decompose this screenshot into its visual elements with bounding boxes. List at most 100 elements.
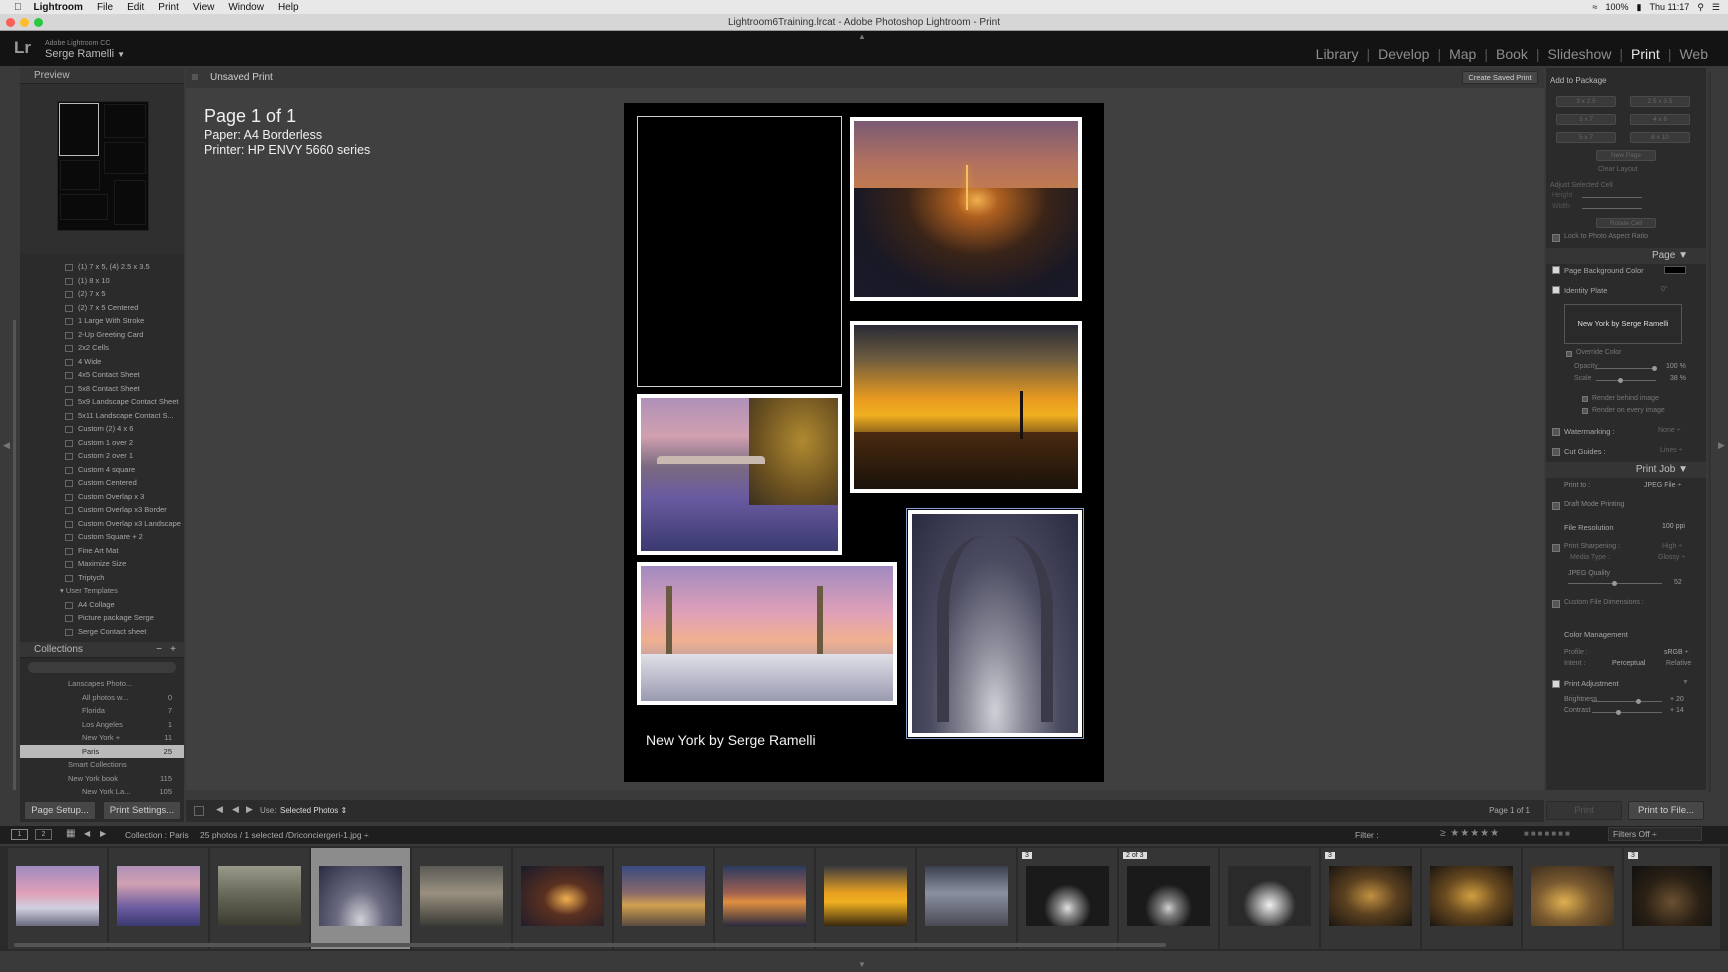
next-page-icon[interactable]: ▶ xyxy=(246,804,253,815)
collection-source[interactable]: Collection : Paris xyxy=(125,830,189,840)
print-sharpening-checkbox[interactable] xyxy=(1552,544,1560,552)
width-slider[interactable] xyxy=(1582,208,1642,209)
menu-view[interactable]: View xyxy=(193,2,215,13)
template-item[interactable]: 2x2 Cells xyxy=(20,341,184,355)
cut-guides-select[interactable]: Lines ÷ xyxy=(1660,447,1683,454)
contrast-value[interactable]: + 14 xyxy=(1670,707,1684,714)
print-job-section-header[interactable]: Print Job ▼ xyxy=(1546,462,1706,478)
collection-item[interactable]: All photos w... 0 xyxy=(20,691,184,705)
clear-layout-button[interactable]: Clear Layout xyxy=(1598,166,1638,173)
template-item[interactable]: Serge Contact sheet xyxy=(20,625,184,639)
preview-panel-header[interactable]: Preview xyxy=(20,68,184,84)
left-panel-toggle-icon[interactable]: ◀ xyxy=(3,440,10,451)
filmstrip-thumbnail[interactable] xyxy=(210,848,309,949)
main-window-button[interactable]: 1 xyxy=(11,829,28,840)
clock[interactable]: Thu 11:17 xyxy=(1649,2,1689,12)
use-selector[interactable]: Selected Photos ⇕ xyxy=(280,806,347,815)
draft-mode-checkbox[interactable] xyxy=(1552,502,1560,510)
apple-icon[interactable]:  xyxy=(14,2,22,13)
template-item[interactable]: Triptych xyxy=(20,571,184,585)
filmstrip-thumbnail[interactable] xyxy=(1220,848,1319,949)
collection-item[interactable]: Florida 7 xyxy=(20,704,184,718)
sharpening-select[interactable]: High ÷ xyxy=(1662,543,1682,550)
size-button[interactable]: 8 x 10 xyxy=(1630,132,1690,143)
top-panel-toggle-icon[interactable]: ▲ xyxy=(858,32,866,41)
zoom-window-button[interactable] xyxy=(34,18,43,27)
stack-badge[interactable]: 3 xyxy=(1022,852,1032,859)
scale-slider-knob[interactable] xyxy=(1618,378,1623,383)
custom-dims-checkbox[interactable] xyxy=(1552,600,1560,608)
print-button[interactable]: Print xyxy=(1546,801,1622,820)
filters-off-select[interactable]: Filters Off ÷ xyxy=(1608,827,1702,841)
template-item[interactable]: 1 Large With Stroke xyxy=(20,314,184,328)
filmstrip-thumbnail[interactable] xyxy=(513,848,612,949)
opacity-slider-knob[interactable] xyxy=(1652,366,1657,371)
color-label-filter[interactable]: ■■■■■■■ xyxy=(1524,829,1572,838)
identity-plate-checkbox[interactable] xyxy=(1552,286,1560,294)
wifi-icon[interactable]: ≈ xyxy=(1593,2,1598,12)
close-window-button[interactable] xyxy=(6,18,15,27)
template-item[interactable]: Custom Square + 2 xyxy=(20,530,184,544)
battery-label[interactable]: 100% xyxy=(1605,2,1628,12)
filmstrip-thumbnail[interactable]: 3 xyxy=(1624,848,1720,949)
template-item[interactable]: (1) 7 x 5, (4) 2.5 x 3.5 xyxy=(20,260,184,274)
right-panel-toggle-icon[interactable]: ▶ xyxy=(1718,440,1725,451)
user-name[interactable]: Serge Ramelli ▼ xyxy=(45,48,125,60)
intent-perceptual[interactable]: Perceptual xyxy=(1612,660,1645,667)
menu-help[interactable]: Help xyxy=(278,2,299,13)
template-item[interactable]: Maximize Size xyxy=(20,557,184,571)
forward-arrow-icon[interactable]: ▶ xyxy=(100,829,106,838)
template-item[interactable]: Custom Centered xyxy=(20,476,184,490)
template-item[interactable]: Custom 2 over 1 xyxy=(20,449,184,463)
left-panel-scrollbar[interactable] xyxy=(13,320,16,790)
bottom-panel-toggle-icon[interactable]: ▼ xyxy=(858,960,866,969)
size-button[interactable]: 3 x 2.5 xyxy=(1556,96,1616,107)
template-item[interactable]: 2-Up Greeting Card xyxy=(20,328,184,342)
size-button[interactable]: 2.5 x 3.5 xyxy=(1630,96,1690,107)
render-every-checkbox[interactable] xyxy=(1582,408,1588,414)
photo-count-info[interactable]: 25 photos / 1 selected /Driconciergeri-1… xyxy=(200,830,369,840)
scale-slider[interactable] xyxy=(1596,380,1656,381)
filmstrip-thumbnail[interactable] xyxy=(917,848,1016,949)
filmstrip-thumbnail[interactable]: 3 xyxy=(1321,848,1420,949)
size-button[interactable]: 5 x 7 xyxy=(1556,132,1616,143)
template-item[interactable]: 5x11 Landscape Contact S... xyxy=(20,409,184,423)
size-button[interactable]: 4 x 6 xyxy=(1630,114,1690,125)
filmstrip-thumbnail[interactable]: 2 of 3 xyxy=(1119,848,1218,949)
lock-ratio-checkbox[interactable] xyxy=(1552,234,1560,242)
height-slider[interactable] xyxy=(1582,197,1642,198)
template-item[interactable]: (2) 7 x 5 Centered xyxy=(20,301,184,315)
photo-alexandre-bridge[interactable] xyxy=(637,562,897,705)
stack-badge[interactable]: 3 xyxy=(1325,852,1335,859)
scale-value[interactable]: 38 % xyxy=(1670,375,1686,382)
menu-app-name[interactable]: Lightroom xyxy=(34,2,83,13)
collections-panel-header[interactable]: Collections − + xyxy=(20,642,184,658)
page-setup-button[interactable]: Page Setup... xyxy=(24,801,96,820)
prev-page-icon[interactable]: ◀ xyxy=(232,804,239,815)
opacity-slider[interactable] xyxy=(1596,368,1656,369)
opacity-value[interactable]: 100 % xyxy=(1666,363,1686,370)
user-templates-folder[interactable]: ▾ User Templates xyxy=(20,584,184,598)
photo-paris-sunset-skyline[interactable] xyxy=(850,321,1082,493)
profile-select[interactable]: sRGB ÷ xyxy=(1664,649,1688,656)
module-web[interactable]: Web xyxy=(1671,46,1716,62)
page-section-header[interactable]: Page ▼ xyxy=(1546,248,1706,264)
collection-item[interactable]: New York La... 105 xyxy=(20,785,184,799)
template-item[interactable]: Custom (2) 4 x 6 xyxy=(20,422,184,436)
right-panel-scrollbar[interactable] xyxy=(1708,72,1711,792)
filmstrip-thumbnail[interactable] xyxy=(715,848,814,949)
module-print[interactable]: Print xyxy=(1623,46,1668,62)
menu-print[interactable]: Print xyxy=(158,2,179,13)
filmstrip-thumbnail[interactable] xyxy=(109,848,208,949)
cut-guides-checkbox[interactable] xyxy=(1552,448,1560,456)
collection-item[interactable]: New York +11 xyxy=(20,731,184,745)
new-page-button[interactable]: New Page xyxy=(1596,150,1656,161)
view-page-icon[interactable] xyxy=(194,806,204,816)
smart-collections-set[interactable]: Smart Collections xyxy=(20,758,184,772)
file-resolution-value[interactable]: 100 ppi xyxy=(1662,523,1685,530)
collections-search-field[interactable] xyxy=(28,662,176,673)
contrast-slider[interactable] xyxy=(1592,712,1662,713)
secondary-window-button[interactable]: 2 xyxy=(35,829,52,840)
template-item[interactable]: Custom Overlap x 3 xyxy=(20,490,184,504)
minimize-window-button[interactable] xyxy=(20,18,29,27)
